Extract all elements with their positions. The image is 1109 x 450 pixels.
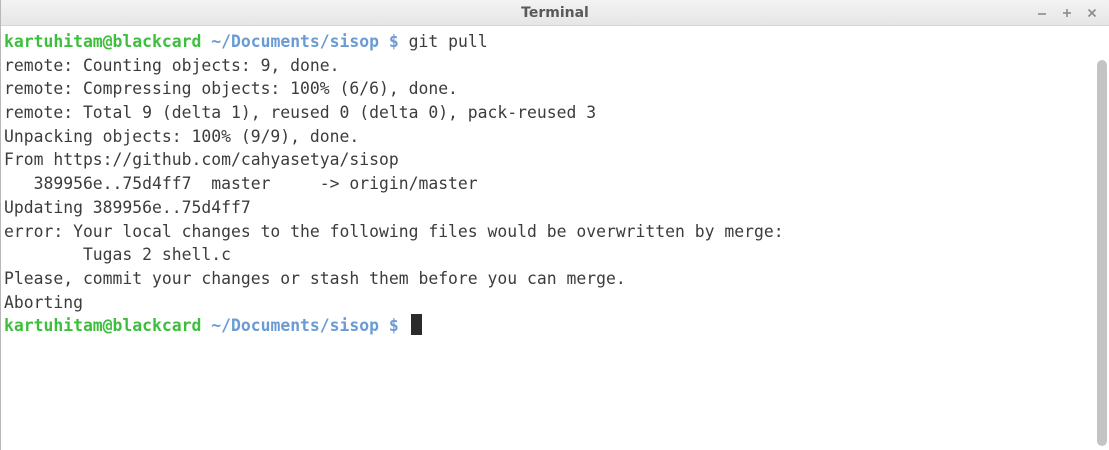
terminal-content[interactable]: kartuhitam@blackcard ~/Documents/sisop $… <box>1 26 1095 450</box>
maximize-icon <box>1063 9 1071 17</box>
prompt-user: kartuhitam@blackcard <box>4 32 202 51</box>
command-text: git pull <box>408 32 488 51</box>
output-line: Aborting <box>4 292 83 312</box>
prompt-line: kartuhitam@blackcard ~/Documents/sisop $… <box>4 30 1095 54</box>
maximize-button[interactable] <box>1056 2 1078 24</box>
output-line: From https://github.com/cahyasetya/sisop <box>4 150 399 170</box>
prompt-path: ~/Documents/sisop $ <box>211 316 399 336</box>
title-bar[interactable]: Terminal <box>1 0 1109 26</box>
output-line: remote: Counting objects: 9, done. <box>4 55 340 75</box>
prompt-path: ~/Documents/sisop $ <box>211 32 399 51</box>
scrollbar-thumb[interactable] <box>1097 60 1107 446</box>
output-line: Updating 389956e..75d4ff7 <box>4 197 251 217</box>
output-line: 389956e..75d4ff7 master -> origin/master <box>4 174 478 194</box>
output-line: remote: Compressing objects: 100% (6/6),… <box>4 79 458 99</box>
prompt-user: kartuhitam@blackcard <box>4 316 202 336</box>
output-line: remote: Total 9 (delta 1), reused 0 (del… <box>4 103 597 123</box>
prompt-line: kartuhitam@blackcard ~/Documents/sisop $ <box>4 314 1095 338</box>
close-button[interactable] <box>1081 2 1103 24</box>
window-controls <box>1028 0 1103 26</box>
output-line: Tugas 2 shell.c <box>4 245 231 265</box>
minimize-icon <box>1038 13 1046 15</box>
terminal-window: Terminal kartuhitam@blackcard ~/Document… <box>0 0 1109 450</box>
window-title: Terminal <box>521 5 589 21</box>
output-line: Unpacking objects: 100% (9/9), done. <box>4 126 360 146</box>
output-line: Please, commit your changes or stash the… <box>4 268 626 288</box>
text-cursor <box>410 314 422 336</box>
scrollbar[interactable] <box>1095 26 1109 450</box>
close-icon <box>1087 8 1097 18</box>
output-line: error: Your local changes to the followi… <box>4 221 784 241</box>
minimize-button[interactable] <box>1031 2 1053 24</box>
